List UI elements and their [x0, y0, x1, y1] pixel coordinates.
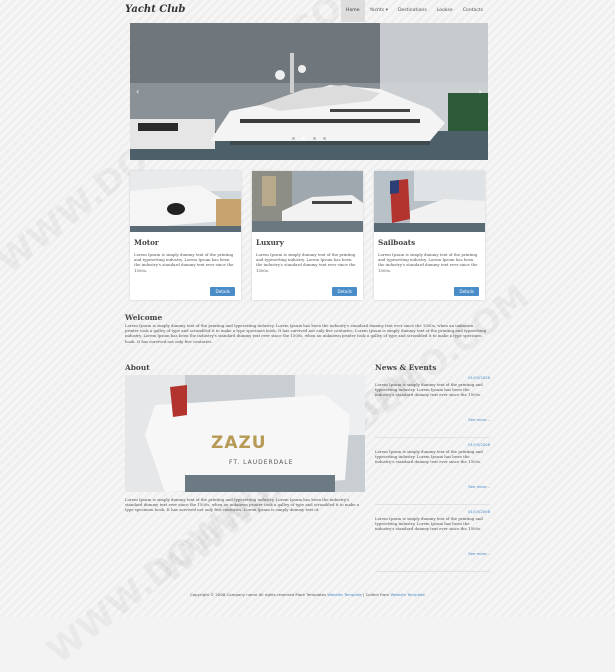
about-heading: About [125, 363, 150, 372]
hero-slider: ‹ › [130, 23, 488, 160]
card-title: Sailboats [378, 238, 416, 247]
news-text: Lorem Ipsum is simply dummy text of the … [375, 449, 483, 465]
card-sailboats: Sailboats Lorem Ipsum is simply dummy te… [374, 171, 485, 300]
page-background: WWW.DOWNDEMO.COM WWW.DOWNDEMO.COM WWW.DO… [0, 0, 615, 672]
details-button[interactable]: Details [332, 287, 357, 296]
card-luxury: Luxury Lorem Ipsum is simply dummy text … [252, 171, 363, 300]
slider-dot-active[interactable] [302, 137, 306, 140]
slider-dot[interactable] [312, 137, 316, 140]
footer-separator: | [363, 592, 365, 597]
news-date: 01/03/2008 [468, 375, 490, 380]
news-date: 01/03/2008 [468, 509, 490, 514]
news-item: 01/03/2008 Lorem Ipsum is simply dummy t… [375, 375, 490, 438]
news-text: Lorem Ipsum is simply dummy text of the … [375, 516, 483, 532]
site-header: Yacht Club Home Yachts ▾ Destinations Lo… [124, 0, 488, 22]
nav-item-contacts[interactable]: Contacts [458, 0, 488, 22]
collect-label: Collect from [365, 592, 390, 597]
news-date: 01/03/2008 [468, 442, 490, 447]
card-text: Lorem Ipsum is simply dummy text of the … [256, 252, 356, 273]
slider-dot[interactable] [292, 137, 296, 140]
card-image [374, 171, 485, 232]
nav-item-lookse[interactable]: Lookse [432, 0, 458, 22]
nav-item-destinations[interactable]: Destinations [393, 0, 432, 22]
details-button[interactable]: Details [210, 287, 235, 296]
templates-link[interactable]: Website Template [327, 592, 362, 597]
card-motor: Motor Lorem Ipsum is simply dummy text o… [130, 171, 241, 300]
see-more-link[interactable]: See more... [468, 551, 490, 556]
welcome-heading: Welcome [125, 313, 163, 322]
site-footer: Copyright © 2008 Company name All rights… [0, 592, 615, 597]
card-image [130, 171, 241, 232]
card-image [252, 171, 363, 232]
copyright-text: Copyright © 2008 Company name All rights… [190, 592, 327, 597]
news-item: 01/03/2008 Lorem Ipsum is simply dummy t… [375, 509, 490, 572]
news-text: Lorem Ipsum is simply dummy text of the … [375, 382, 483, 398]
main-nav: Home Yachts ▾ Destinations Lookse Contac… [341, 0, 488, 22]
boat-name: ZAZU [211, 433, 267, 453]
card-text: Lorem Ipsum is simply dummy text of the … [378, 252, 478, 273]
card-title: Luxury [256, 238, 284, 247]
news-item: 01/03/2008 Lorem Ipsum is simply dummy t… [375, 442, 490, 505]
collect-link[interactable]: Website Template [390, 592, 425, 597]
details-button[interactable]: Details [454, 287, 479, 296]
see-more-link[interactable]: See more... [468, 417, 490, 422]
slider-next-arrow[interactable]: › [479, 87, 482, 96]
about-text: Lorem Ipsum is simply dummy text of the … [125, 497, 360, 513]
card-text: Lorem Ipsum is simply dummy text of the … [134, 252, 234, 273]
card-title: Motor [134, 238, 159, 247]
boat-port: FT. LAUDERDALE [229, 459, 294, 466]
news-heading: News & Events [375, 363, 437, 372]
see-more-link[interactable]: See more... [468, 484, 490, 489]
about-image: ZAZU FT. LAUDERDALE [125, 375, 365, 492]
nav-item-home[interactable]: Home [341, 0, 365, 22]
nav-item-yachts[interactable]: Yachts ▾ [365, 0, 393, 22]
slider-dot[interactable] [322, 137, 326, 140]
slider-pagination [130, 125, 488, 144]
slider-prev-arrow[interactable]: ‹ [136, 87, 139, 96]
site-logo[interactable]: Yacht Club [125, 4, 185, 15]
welcome-text: Lorem Ipsum is simply dummy text of the … [125, 323, 487, 344]
